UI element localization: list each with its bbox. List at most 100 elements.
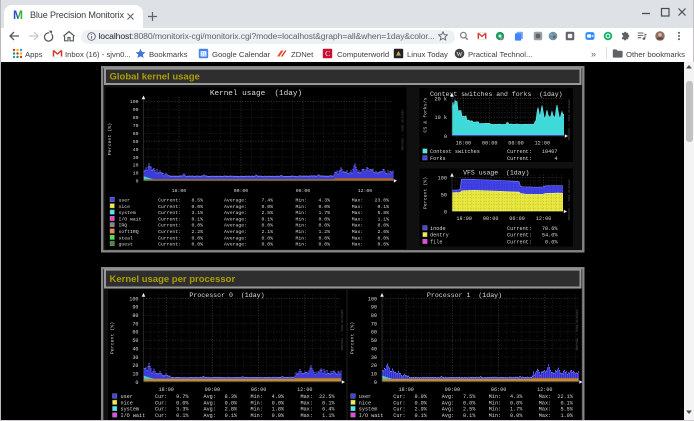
svg-text:Forks: Forks — [430, 156, 446, 162]
svg-text:I/O wait: I/O wait — [119, 216, 142, 222]
svg-text:Current:: Current: — [158, 216, 181, 222]
svg-text:Cur:: Cur: — [393, 394, 405, 400]
svg-text:00:00: 00:00 — [234, 188, 249, 194]
svg-text:10: 10 — [371, 371, 377, 377]
svg-text:54.0%: 54.0% — [542, 233, 558, 239]
svg-text:70: 70 — [371, 321, 377, 327]
svg-text:50: 50 — [133, 139, 139, 145]
svg-text:Max:: Max: — [301, 413, 313, 419]
svg-text:Min:: Min: — [296, 229, 308, 235]
svg-text:3.1%: 3.1% — [191, 210, 203, 216]
svg-text:1.7%: 1.7% — [510, 407, 523, 413]
svg-text:40: 40 — [133, 147, 139, 153]
svg-text:Cur:: Cur: — [155, 407, 167, 413]
svg-text:dentry: dentry — [430, 233, 449, 239]
svg-text:Min:: Min: — [296, 216, 308, 222]
svg-text:90: 90 — [133, 107, 139, 113]
svg-text:inode: inode — [430, 226, 446, 232]
svg-text:0.0%: 0.0% — [272, 413, 285, 419]
svg-text:12:00: 12:00 — [358, 188, 373, 194]
svg-text:0: 0 — [444, 134, 447, 140]
svg-text:18:00: 18:00 — [172, 188, 187, 194]
svg-text:00:00: 00:00 — [483, 216, 499, 222]
svg-text:Average:: Average: — [224, 210, 247, 216]
svg-text:Cur:: Cur: — [393, 400, 405, 406]
svg-text:Current:: Current: — [158, 229, 181, 235]
svg-text:Max:: Max: — [301, 407, 313, 413]
svg-text:Current:: Current: — [507, 239, 532, 245]
svg-text:Min:: Min: — [251, 400, 263, 406]
svg-text:Average:: Average: — [224, 204, 247, 210]
svg-text:I/O wait: I/O wait — [121, 413, 146, 419]
svg-text:Cur:: Cur: — [393, 413, 405, 419]
svg-text:Average:: Average: — [224, 229, 247, 235]
svg-text:0.0%: 0.0% — [318, 204, 330, 210]
svg-text:Current:: Current: — [507, 226, 532, 232]
svg-text:0.0%: 0.0% — [176, 400, 189, 406]
svg-text:6.4%: 6.4% — [322, 407, 335, 413]
svg-text:22.5%: 22.5% — [319, 394, 335, 400]
svg-text:0.1%: 0.1% — [322, 400, 335, 406]
svg-text:Avg:: Avg: — [442, 400, 454, 406]
svg-text:0.1%: 0.1% — [191, 216, 203, 222]
svg-text:CS & forks/s: CS & forks/s — [423, 97, 429, 132]
svg-text:2.5%: 2.5% — [261, 210, 273, 216]
svg-text:18:00: 18:00 — [158, 387, 173, 393]
svg-text:0.0%: 0.0% — [318, 216, 330, 222]
svg-text:50: 50 — [132, 338, 138, 344]
svg-text:RRDTOOL / TOBI OETIKER: RRDTOOL / TOBI OETIKER — [575, 309, 579, 350]
svg-text:Max:: Max: — [539, 394, 551, 400]
svg-text:1.1%: 1.1% — [322, 413, 335, 419]
svg-text:0.0%: 0.0% — [261, 204, 273, 210]
svg-text:2.1%: 2.1% — [261, 229, 273, 235]
svg-text:4.3%: 4.3% — [510, 394, 523, 400]
svg-text:Min:: Min: — [296, 242, 308, 248]
svg-text:Max:: Max: — [352, 242, 364, 248]
svg-text:Current:: Current: — [158, 242, 181, 248]
svg-text:Avg:: Avg: — [204, 394, 216, 400]
svg-text:W: W — [456, 51, 463, 58]
svg-text:0.0%: 0.0% — [318, 223, 330, 229]
svg-text:8.3%: 8.3% — [225, 394, 238, 400]
svg-text:0.0%: 0.0% — [191, 223, 203, 229]
svg-text:0: 0 — [136, 179, 139, 185]
svg-text:30: 30 — [132, 355, 138, 361]
svg-text:100: 100 — [368, 296, 377, 302]
svg-text:0.0%: 0.0% — [545, 239, 558, 245]
svg-text:Avg:: Avg: — [204, 407, 216, 413]
svg-text:system: system — [121, 407, 140, 413]
svg-text:Min:: Min: — [489, 394, 501, 400]
svg-text:0.0%: 0.0% — [272, 400, 285, 406]
svg-text:50: 50 — [441, 192, 447, 198]
svg-text:18:00: 18:00 — [456, 216, 472, 222]
svg-text:30: 30 — [371, 355, 377, 361]
svg-text:Cur:: Cur: — [155, 400, 167, 406]
svg-text:10: 10 — [133, 171, 139, 177]
svg-text:Max:: Max: — [352, 229, 364, 235]
svg-text:Average:: Average: — [224, 198, 247, 204]
svg-text:system: system — [119, 210, 136, 216]
svg-text:00:00: 00:00 — [205, 387, 220, 393]
svg-text:Max:: Max: — [352, 235, 364, 241]
svg-text:Current:: Current: — [158, 235, 181, 241]
svg-text:100: 100 — [130, 99, 139, 105]
svg-text:06:00: 06:00 — [296, 188, 311, 194]
svg-text:0.0%: 0.0% — [377, 223, 389, 229]
svg-text:nice: nice — [119, 204, 131, 210]
svg-text:9.7%: 9.7% — [176, 394, 189, 400]
svg-text:20: 20 — [371, 363, 377, 369]
svg-text:Min:: Min: — [296, 198, 308, 204]
svg-text:0.0%: 0.0% — [463, 400, 476, 406]
svg-text:1.2%: 1.2% — [318, 229, 330, 235]
svg-text:10: 10 — [132, 371, 138, 377]
svg-text:Avg:: Avg: — [442, 413, 454, 419]
svg-text:12:00: 12:00 — [297, 387, 312, 393]
svg-text:Cur:: Cur: — [155, 394, 167, 400]
svg-text:Percent (%): Percent (%) — [423, 177, 429, 209]
svg-text:60: 60 — [371, 330, 377, 336]
svg-text:Current:: Current: — [507, 156, 532, 162]
svg-text:23.0%: 23.0% — [375, 198, 390, 204]
svg-text:12:00: 12:00 — [535, 141, 551, 147]
svg-text:0.0%: 0.0% — [261, 242, 273, 248]
svg-text:100: 100 — [129, 296, 138, 302]
